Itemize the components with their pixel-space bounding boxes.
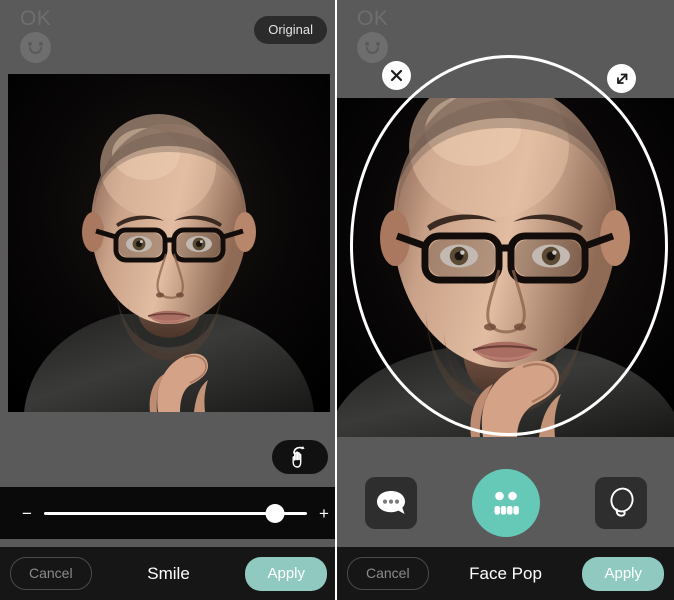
portrait-photo-zoomed: [337, 98, 674, 437]
photo-stage-right[interactable]: [337, 98, 674, 437]
logo-mouth: [29, 47, 42, 54]
logo-mouth: [366, 47, 379, 54]
brand-logo: OK: [357, 8, 407, 68]
intensity-slider-row[interactable]: − +: [0, 487, 335, 539]
apply-button[interactable]: Apply: [582, 556, 664, 591]
brand-logo: OK: [20, 8, 70, 68]
right-panel-face-pop-screen: OK Cancel Face Pop Apply: [337, 0, 674, 600]
apply-button[interactable]: Apply: [245, 556, 327, 591]
page-title: Smile: [147, 563, 190, 583]
selection-close-handle[interactable]: [382, 61, 411, 90]
smiley-face-logo-icon: [357, 32, 388, 63]
right-bottom-bar: Cancel Face Pop Apply: [337, 547, 674, 600]
brand-wordmark: OK: [20, 7, 52, 30]
lasso-tool-button[interactable]: [594, 477, 647, 529]
brand-wordmark: OK: [357, 7, 389, 30]
rotate-hand-icon: [292, 446, 305, 468]
slider-minus-label[interactable]: −: [14, 505, 40, 522]
face-pop-tool-button[interactable]: [471, 469, 540, 537]
resize-diagonal-icon: [616, 73, 627, 84]
logo-eye-left: [365, 42, 369, 46]
cancel-button[interactable]: Cancel: [347, 557, 429, 590]
left-panel-smile-screen: OK Original − + Cancel Smile Apply: [0, 0, 337, 600]
left-bottom-bar: Cancel Smile Apply: [0, 547, 335, 600]
cancel-button[interactable]: Cancel: [10, 557, 92, 590]
face-pop-tool-row: [337, 459, 674, 547]
lasso-icon: [609, 487, 634, 517]
slider-thumb[interactable]: [265, 503, 285, 523]
face-pop-emoji-icon: [494, 491, 519, 515]
original-button[interactable]: Original: [254, 16, 327, 44]
app-root: OK Original − + Cancel Smile Apply OK Ca…: [0, 0, 674, 600]
logo-eye-right: [376, 42, 380, 46]
smiley-face-logo-icon: [20, 32, 51, 63]
photo-stage-left[interactable]: [8, 74, 330, 412]
portrait-photo: [8, 74, 330, 412]
selection-resize-handle[interactable]: [607, 64, 636, 93]
page-title: Face Pop: [469, 563, 542, 583]
slider-track-area[interactable]: [44, 501, 307, 525]
speech-bubble-dots-icon: [376, 491, 405, 514]
close-x-icon: [390, 69, 403, 82]
logo-eye-left: [28, 42, 32, 46]
slider-plus-label[interactable]: +: [311, 505, 335, 522]
logo-eye-right: [39, 42, 43, 46]
rotate-hand-button[interactable]: [272, 440, 328, 474]
speech-bubble-tool-button[interactable]: [364, 477, 417, 529]
